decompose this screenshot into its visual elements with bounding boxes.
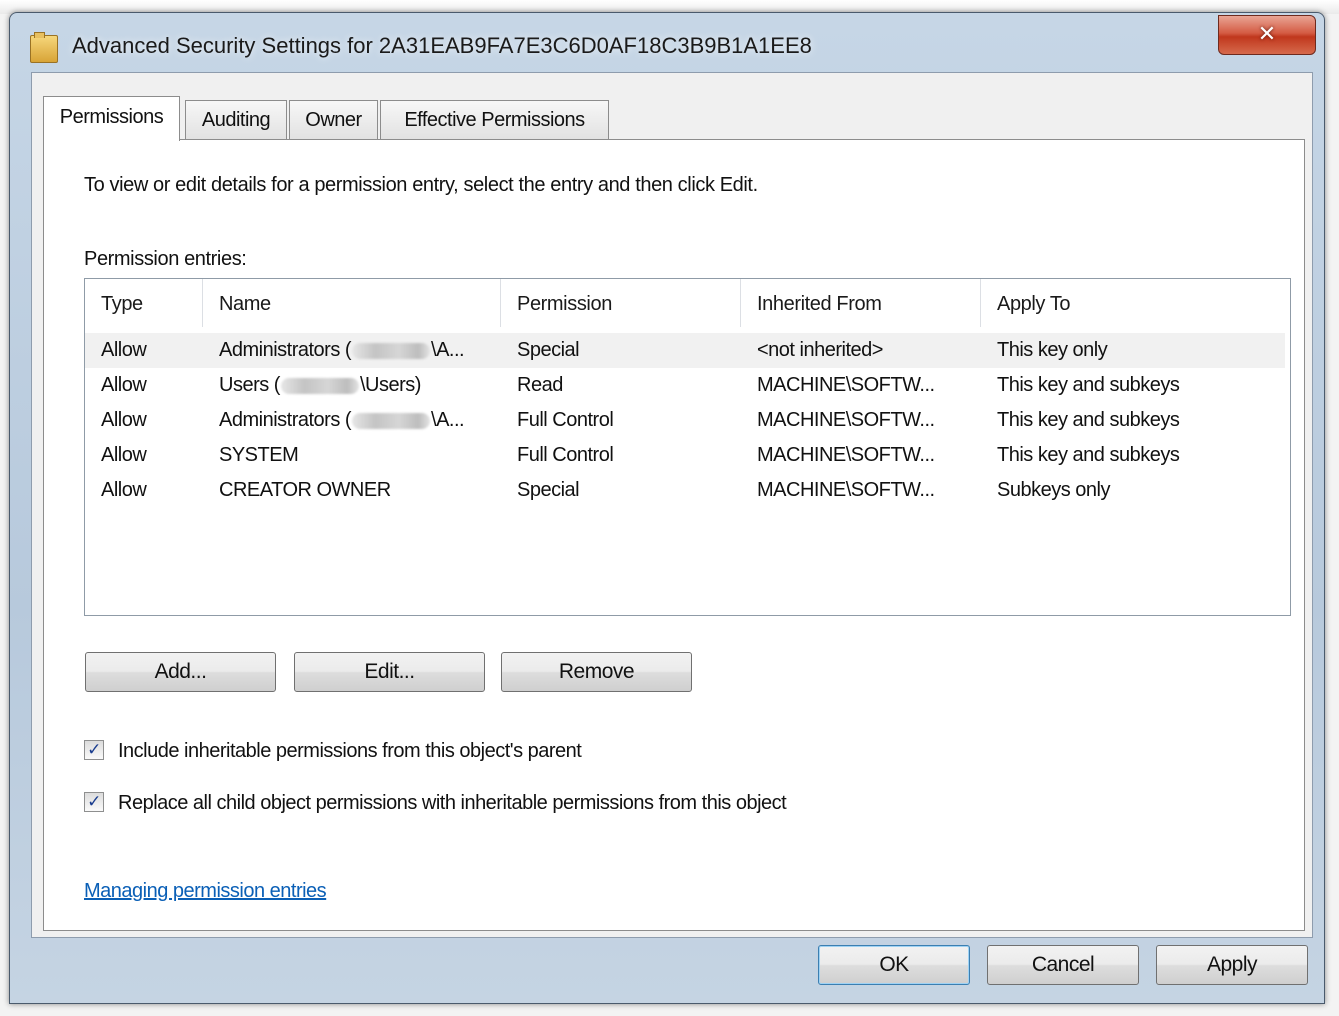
folder-icon bbox=[30, 32, 58, 63]
column-header-name[interactable]: Name bbox=[203, 279, 501, 327]
permission-entries-list[interactable]: Type Name Permission Inherited From Appl… bbox=[84, 278, 1291, 616]
redacted-blur bbox=[352, 342, 431, 359]
redacted-blur bbox=[280, 377, 359, 394]
cell-type: Allow bbox=[101, 409, 147, 431]
table-row[interactable]: Allow Administrators (\A... Full Control… bbox=[85, 403, 1285, 438]
tab-owner[interactable]: Owner bbox=[289, 100, 378, 139]
column-header-permission[interactable]: Permission bbox=[501, 279, 741, 327]
include-inheritable-label[interactable]: Include inheritable permissions from thi… bbox=[118, 738, 582, 764]
apply-button[interactable]: Apply bbox=[1156, 945, 1308, 985]
table-row[interactable]: Allow CREATOR OWNER Special MACHINE\SOFT… bbox=[85, 473, 1285, 508]
table-row[interactable]: Allow SYSTEM Full Control MACHINE\SOFTW.… bbox=[85, 438, 1285, 473]
cell-name: Administrators (\A... bbox=[219, 409, 465, 431]
cell-permission: Full Control bbox=[517, 444, 614, 466]
cell-apply-to: This key and subkeys bbox=[997, 409, 1180, 431]
tab-permissions[interactable]: Permissions bbox=[43, 96, 180, 141]
tab-effective-permissions[interactable]: Effective Permissions bbox=[380, 100, 609, 139]
list-header: Type Name Permission Inherited From Appl… bbox=[85, 279, 1290, 327]
cell-name: CREATOR OWNER bbox=[219, 479, 391, 501]
cell-type: Allow bbox=[101, 374, 147, 396]
cell-name: Administrators (\A... bbox=[219, 339, 465, 361]
cell-permission: Full Control bbox=[517, 409, 614, 431]
cell-inherited-from: MACHINE\SOFTW... bbox=[757, 409, 935, 431]
permission-entries-label: Permission entries: bbox=[84, 248, 247, 270]
cancel-button[interactable]: Cancel bbox=[987, 945, 1139, 985]
column-header-inherited-from[interactable]: Inherited From bbox=[741, 279, 981, 327]
redacted-blur bbox=[352, 412, 431, 429]
window-title: Advanced Security Settings for 2A31EAB9F… bbox=[72, 33, 812, 58]
cell-permission: Special bbox=[517, 479, 580, 501]
tab-auditing[interactable]: Auditing bbox=[185, 100, 287, 139]
cell-apply-to: This key only bbox=[997, 339, 1108, 361]
cell-type: Allow bbox=[101, 444, 147, 466]
advanced-security-settings-dialog: Advanced Security Settings for 2A31EAB9F… bbox=[9, 12, 1325, 1004]
add-button[interactable]: Add... bbox=[85, 652, 276, 692]
cell-name: Users (\Users) bbox=[219, 374, 421, 396]
cell-permission: Special bbox=[517, 339, 580, 361]
cell-inherited-from: MACHINE\SOFTW... bbox=[757, 374, 935, 396]
include-inheritable-checkbox[interactable]: ✓ bbox=[84, 740, 104, 760]
table-row[interactable]: Allow Administrators (\A... Special <not… bbox=[85, 333, 1285, 368]
cell-inherited-from: <not inherited> bbox=[757, 339, 883, 361]
cell-name: SYSTEM bbox=[219, 444, 299, 466]
cell-apply-to: This key and subkeys bbox=[997, 444, 1180, 466]
cell-type: Allow bbox=[101, 339, 147, 361]
column-header-type[interactable]: Type bbox=[85, 279, 203, 327]
edit-button[interactable]: Edit... bbox=[294, 652, 485, 692]
dialog-client-area: Permissions Auditing Owner Effective Per… bbox=[31, 72, 1313, 938]
cell-inherited-from: MACHINE\SOFTW... bbox=[757, 444, 935, 466]
managing-permission-entries-link[interactable]: Managing permission entries bbox=[84, 880, 327, 903]
replace-child-checkbox[interactable]: ✓ bbox=[84, 792, 104, 812]
table-row[interactable]: Allow Users (\Users) Read MACHINE\SOFTW.… bbox=[85, 368, 1285, 403]
cell-permission: Read bbox=[517, 374, 563, 396]
ok-button[interactable]: OK bbox=[818, 945, 970, 985]
column-header-apply-to[interactable]: Apply To bbox=[981, 279, 1290, 327]
cell-apply-to: Subkeys only bbox=[997, 479, 1110, 501]
remove-button[interactable]: Remove bbox=[501, 652, 692, 692]
permissions-tab-panel: To view or edit details for a permission… bbox=[43, 139, 1305, 931]
cell-apply-to: This key and subkeys bbox=[997, 374, 1180, 396]
replace-child-label[interactable]: Replace all child object permissions wit… bbox=[118, 790, 787, 816]
cell-inherited-from: MACHINE\SOFTW... bbox=[757, 479, 935, 501]
cell-type: Allow bbox=[101, 479, 147, 501]
close-button[interactable]: ✕ bbox=[1218, 15, 1316, 55]
instructions-text: To view or edit details for a permission… bbox=[84, 174, 758, 196]
